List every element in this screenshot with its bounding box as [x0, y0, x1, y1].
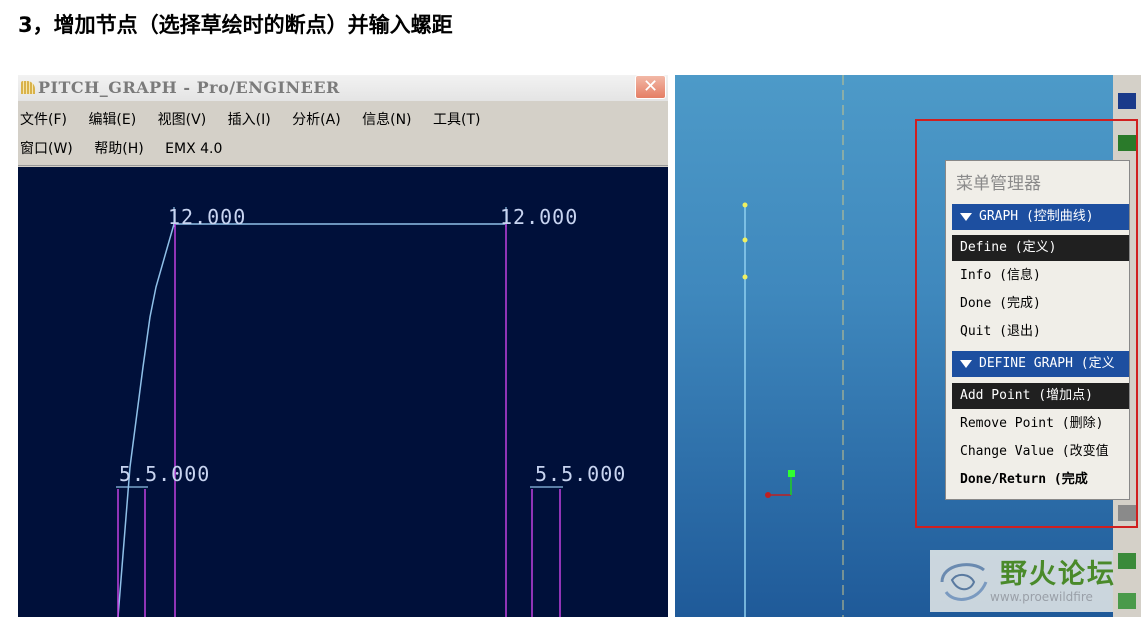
menu-row-1: 文件(F) 编辑(E) 视图(V) 插入(I) 分析(A) 信息(N) 工具(T…: [20, 107, 497, 133]
menu-bar: 文件(F) 编辑(E) 视图(V) 插入(I) 分析(A) 信息(N) 工具(T…: [18, 103, 668, 166]
label-top-left: 12.000: [168, 205, 247, 229]
watermark-name: 野火论坛: [1000, 559, 1116, 590]
pitch-graph-window: PITCH_GRAPH - Pro/ENGINEER ✕ 文件(F) 编辑(E)…: [18, 75, 668, 617]
highlight-box: [915, 119, 1138, 528]
graph-canvas[interactable]: 12.000 12.000 5.5.000 5.5.000: [18, 167, 668, 617]
menu-window[interactable]: 窗口(W): [20, 141, 73, 157]
toolbar-icon-4[interactable]: [1118, 553, 1136, 569]
menu-emx[interactable]: EMX 4.0: [165, 141, 222, 157]
toolbar-icon-1[interactable]: [1118, 93, 1136, 109]
menu-edit[interactable]: 编辑(E): [88, 112, 136, 128]
window-titlebar[interactable]: PITCH_GRAPH - Pro/ENGINEER ✕: [18, 75, 668, 101]
menu-view[interactable]: 视图(V): [158, 112, 207, 128]
graph-drawing: [116, 207, 563, 617]
menu-info[interactable]: 信息(N): [362, 112, 411, 128]
toolbar-icon-5[interactable]: [1118, 593, 1136, 609]
app-icon: [21, 81, 35, 94]
label-top-right: 12.000: [500, 205, 579, 229]
csys-origin: [765, 492, 771, 498]
menu-analysis[interactable]: 分析(A): [292, 112, 341, 128]
pitch-curve: [117, 223, 505, 617]
window-title: PITCH_GRAPH - Pro/ENGINEER: [38, 78, 340, 97]
watermark-logo-icon: [940, 563, 988, 601]
menu-file[interactable]: 文件(F): [20, 112, 67, 128]
menu-help[interactable]: 帮助(H): [94, 141, 143, 157]
menu-tools[interactable]: 工具(T): [433, 112, 480, 128]
forum-watermark: 野火论坛 www.proewildfire: [930, 550, 1116, 612]
label-mid-right: 5.5.000: [535, 462, 627, 486]
instruction-heading: 3，增加节点（选择草绘时的断点）并输入螺距: [18, 13, 453, 37]
sketch-point-3: [742, 274, 748, 280]
sketch-point-2: [742, 237, 748, 243]
watermark-url: www.proewildfire: [990, 590, 1093, 604]
menu-insert[interactable]: 插入(I): [228, 112, 271, 128]
label-mid-left: 5.5.000: [119, 462, 211, 486]
sketch-point-1: [742, 202, 748, 208]
menu-row-2: 窗口(W) 帮助(H) EMX 4.0: [20, 136, 239, 162]
csys-y-marker: [788, 470, 795, 477]
close-icon[interactable]: ✕: [635, 75, 666, 99]
